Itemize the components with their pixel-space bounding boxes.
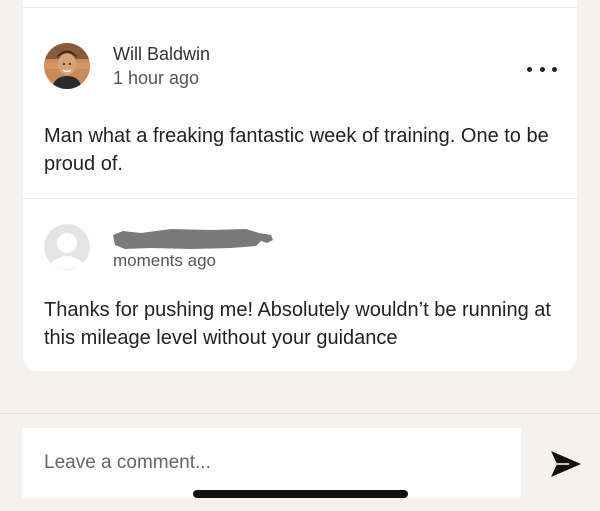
comment-timestamp: 1 hour ago	[113, 68, 200, 88]
comment-item: Will Baldwin 1 hour ago Man what a freak…	[23, 8, 577, 199]
default-avatar-icon	[44, 224, 90, 270]
send-icon	[551, 451, 581, 477]
comment-body: Thanks for pushing me! Absolutely wouldn…	[44, 299, 551, 349]
more-dots-icon	[527, 66, 532, 72]
comment-body: Man what a freaking fantastic week of tr…	[44, 125, 549, 175]
composer-divider	[0, 413, 600, 414]
home-indicator[interactable]	[193, 490, 408, 498]
comment-input[interactable]	[22, 428, 521, 498]
comments-card: Will Baldwin 1 hour ago Man what a freak…	[23, 0, 577, 371]
previous-item-edge	[23, 0, 577, 8]
send-button[interactable]	[549, 449, 583, 479]
comment-timestamp: moments ago	[113, 251, 216, 270]
user-photo-icon	[44, 43, 90, 89]
more-options-button[interactable]	[527, 63, 557, 75]
comment-author[interactable]: Will Baldwin	[113, 44, 210, 65]
redacted-author-name	[113, 229, 273, 249]
avatar[interactable]	[44, 43, 90, 89]
default-avatar[interactable]	[44, 224, 90, 270]
comment-item: moments ago Thanks for pushing me! Absol…	[23, 200, 577, 371]
